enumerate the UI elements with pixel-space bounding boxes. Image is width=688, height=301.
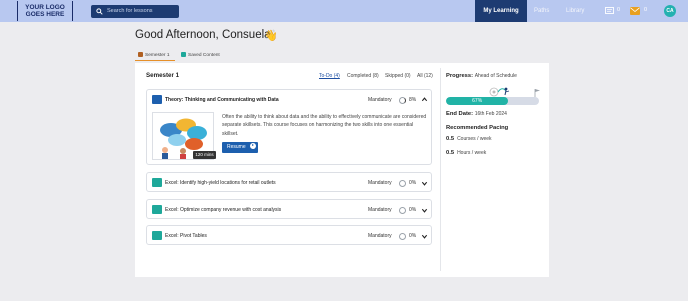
- messages-count: 0: [617, 7, 621, 13]
- filter-todo[interactable]: To-Do (4): [319, 73, 340, 79]
- tab-semester-1[interactable]: Semester 1: [135, 50, 175, 61]
- bookmark-icon: [181, 51, 186, 57]
- course-status: Mandatory: [368, 180, 392, 186]
- course-progress: 0%: [409, 207, 417, 213]
- chevron-down-icon[interactable]: [421, 207, 428, 214]
- course-card[interactable]: Excel: Pivot Tables Mandatory 0%: [146, 225, 432, 245]
- tab-saved-content[interactable]: Saved Content: [181, 50, 226, 61]
- company-logo[interactable]: YOUR LOGO GOES HERE: [17, 1, 73, 21]
- progress-ring-icon: [399, 232, 406, 240]
- chevron-down-icon[interactable]: [421, 233, 428, 240]
- duration-badge: 120 mins: [193, 151, 216, 159]
- course-title[interactable]: Excel: Pivot Tables: [165, 233, 207, 239]
- course-status: Mandatory: [368, 207, 392, 213]
- percent-icon: [152, 178, 162, 187]
- pacing-courses-value: 0.5: [446, 136, 455, 142]
- pacing-hours-unit: Hours / week: [457, 150, 487, 156]
- pacing-hours: 0.5 Hours / week: [446, 150, 486, 156]
- progress-ring-icon: [399, 96, 406, 104]
- chevron-up-icon[interactable]: [421, 96, 428, 103]
- course-progress: 8%: [409, 97, 417, 103]
- percent-icon: [152, 205, 162, 214]
- course-progress: 0%: [409, 180, 417, 186]
- book-icon: [152, 231, 162, 240]
- course-title[interactable]: Excel: Optimize company revenue with cos…: [165, 207, 281, 213]
- search-icon: [96, 8, 103, 15]
- progress-title: Progress:: [446, 73, 474, 79]
- course-description: Often the ability to think about data an…: [222, 114, 427, 137]
- resume-button[interactable]: Resume: [222, 142, 258, 153]
- pacing-courses: 0.5 Courses / week: [446, 136, 492, 142]
- recommended-pacing-heading: Recommended Pacing: [446, 125, 509, 131]
- end-date-label: End Date: 16th Feb 2024: [446, 111, 507, 117]
- end-date-value: 16th Feb 2024: [474, 111, 507, 117]
- progress-bar-fill: 67%: [446, 97, 509, 105]
- filter-completed[interactable]: Completed (8): [347, 73, 379, 79]
- top-navigation-bar: YOUR LOGO GOES HERE Search for lessons M…: [0, 0, 688, 22]
- course-status: Mandatory: [368, 233, 392, 239]
- messages-icon[interactable]: [605, 7, 614, 15]
- notifications-count: 0: [644, 7, 648, 13]
- nav-library[interactable]: Library: [566, 0, 584, 22]
- progress-status: Ahead of Schedule: [474, 73, 517, 79]
- nav-paths[interactable]: Paths: [534, 0, 549, 22]
- progress-bar: 67%: [446, 97, 539, 105]
- progress-ring-icon: [399, 179, 406, 187]
- tab-label: Semester 1: [145, 53, 170, 58]
- course-title[interactable]: Theory: Thinking and Communicating with …: [165, 97, 279, 103]
- course-progress: 0%: [409, 233, 417, 239]
- chevron-down-icon[interactable]: [421, 180, 428, 187]
- course-card[interactable]: Excel: Optimize company revenue with cos…: [146, 199, 432, 219]
- pacing-hours-value: 0.5: [446, 150, 455, 156]
- person-icon: [138, 51, 143, 57]
- sidebar-divider: [440, 68, 441, 271]
- wave-emoji-icon: 👋: [264, 30, 278, 42]
- course-card[interactable]: Excel: Identify high-yield locations for…: [146, 172, 432, 192]
- semester-title: Semester 1: [146, 72, 180, 79]
- pacing-courses-unit: Courses / week: [457, 136, 492, 142]
- user-avatar[interactable]: CA: [664, 5, 676, 17]
- greeting-heading: Good Afternoon, Consuela: [135, 29, 271, 41]
- notifications-icon[interactable]: [630, 7, 640, 15]
- search-box[interactable]: Search for lessons: [91, 5, 179, 18]
- tab-label: Saved Content: [188, 53, 220, 58]
- play-icon: [250, 142, 257, 149]
- end-date-title: End Date:: [446, 111, 474, 117]
- course-status: Mandatory: [368, 97, 392, 103]
- filter-skipped[interactable]: Skipped (0): [385, 73, 411, 79]
- search-input[interactable]: Search for lessons: [107, 8, 153, 14]
- book-icon: [152, 95, 162, 104]
- progress-ring-icon: [399, 206, 406, 214]
- resume-label: Resume: [227, 144, 246, 150]
- nav-my-learning[interactable]: My Learning: [475, 0, 527, 22]
- progress-label: Progress: Ahead of Schedule: [446, 73, 517, 79]
- filter-all[interactable]: All (12): [417, 73, 433, 79]
- course-title[interactable]: Excel: Identify high-yield locations for…: [165, 180, 276, 186]
